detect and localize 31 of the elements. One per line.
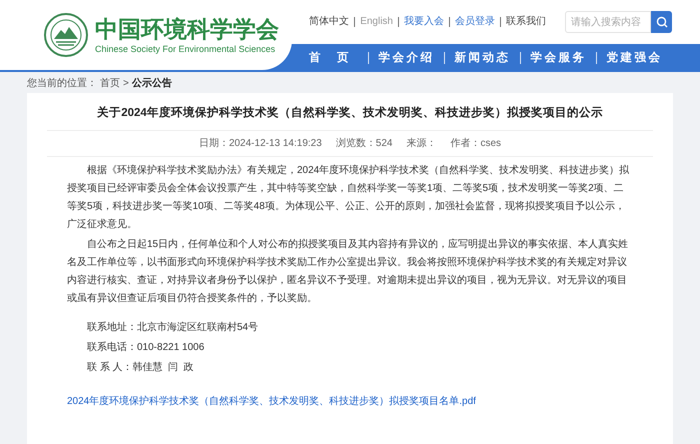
nav-item[interactable]: 学会介绍 — [368, 52, 444, 64]
nav-item[interactable]: 首 页 — [292, 52, 368, 64]
top-link[interactable]: English — [354, 17, 398, 27]
nav-item[interactable]: 学会服务 — [520, 52, 596, 64]
search-field[interactable]: 请输入搜索内容 — [565, 11, 651, 33]
article-paragraph: 根据《环境保护科学技术奖励办法》有关规定，2024年度环境保护科学技术奖（自然科学奖、技术发明奖、科技进步奖）拟授奖项目已经评审委员会全体会议投票产生，其中特等奖空缺，自然科学奖一等奖1项、二等奖5项，技术发明奖一等奖2项、二等奖5项，科技进步奖一等奖10项、二等奖48项。为体现公平、公正、公开的原则，加强社会监督，现将拟授奖项目予以公示，广泛征求意见。 — [67, 164, 630, 232]
meta-text: 日期：2024-12-13 14:19:23 — [198, 136, 322, 152]
meta-text: 作者：cses — [450, 136, 502, 152]
search-icon — [656, 16, 668, 28]
top-link[interactable]: 我要入会 — [398, 17, 449, 27]
site-title: 中国环境科学学会 — [95, 15, 279, 43]
breadcrumb-link[interactable]: 首页 — [100, 76, 120, 90]
contact-line: 联系电话：010-8221 1006 — [87, 342, 204, 354]
nav-item[interactable]: 党建强会 — [596, 52, 672, 64]
contact-line: 联 系 人：韩佳慧 闫 政 — [87, 362, 194, 374]
top-link[interactable]: 会员登录 — [449, 17, 500, 27]
breadcrumb-label: 您当前的位置： — [27, 76, 97, 90]
nav-item[interactable]: 新闻动态 — [444, 52, 520, 64]
search-button[interactable] — [651, 11, 672, 33]
attachment-link[interactable]: 2024年度环境保护科学技术奖（自然科学奖、技术发明奖、科技进步奖）拟授奖项目名单.pdf — [67, 396, 476, 408]
top-link[interactable]: 联系我们 — [500, 17, 551, 27]
contact-line: 联系地址：北京市海淀区红联南村54号 — [87, 322, 258, 334]
site-subtitle: Chinese Society For Environmental Sciences — [95, 43, 276, 55]
mountain-emblem-icon — [43, 12, 89, 58]
meta-text: 浏览数：524 — [336, 136, 392, 152]
breadcrumb-link[interactable]: 公示公告 — [132, 76, 172, 90]
top-link[interactable]: 简体中文 — [304, 17, 354, 27]
article-paragraph: 自公布之日起15日内，任何单位和个人对公布的拟授奖项目及其内容持有异议的，应写明提出异议的事实依据、本人真实姓名及工作单位等，以书面形式向环境保护科学技术奖励工作办公室提出异议。我会将按照环境保护科学技术奖的有关规定对异议内容进行核实、查证，对持异议者身份予以保护，匿名异议不予受理。对逾期未提出异议的项目，视为无异议。对无异议的项目或虽有异议但查证后项目仍符合授奖条件的，予以奖励。 — [67, 238, 630, 306]
breadcrumb-separator: > — [123, 76, 129, 90]
article-title: 关于2024年度环境保护科学技术奖（自然科学奖、技术发明奖、科技进步奖）拟授奖项目的公示 — [47, 93, 653, 132]
meta-text: 来源： — [406, 136, 436, 152]
